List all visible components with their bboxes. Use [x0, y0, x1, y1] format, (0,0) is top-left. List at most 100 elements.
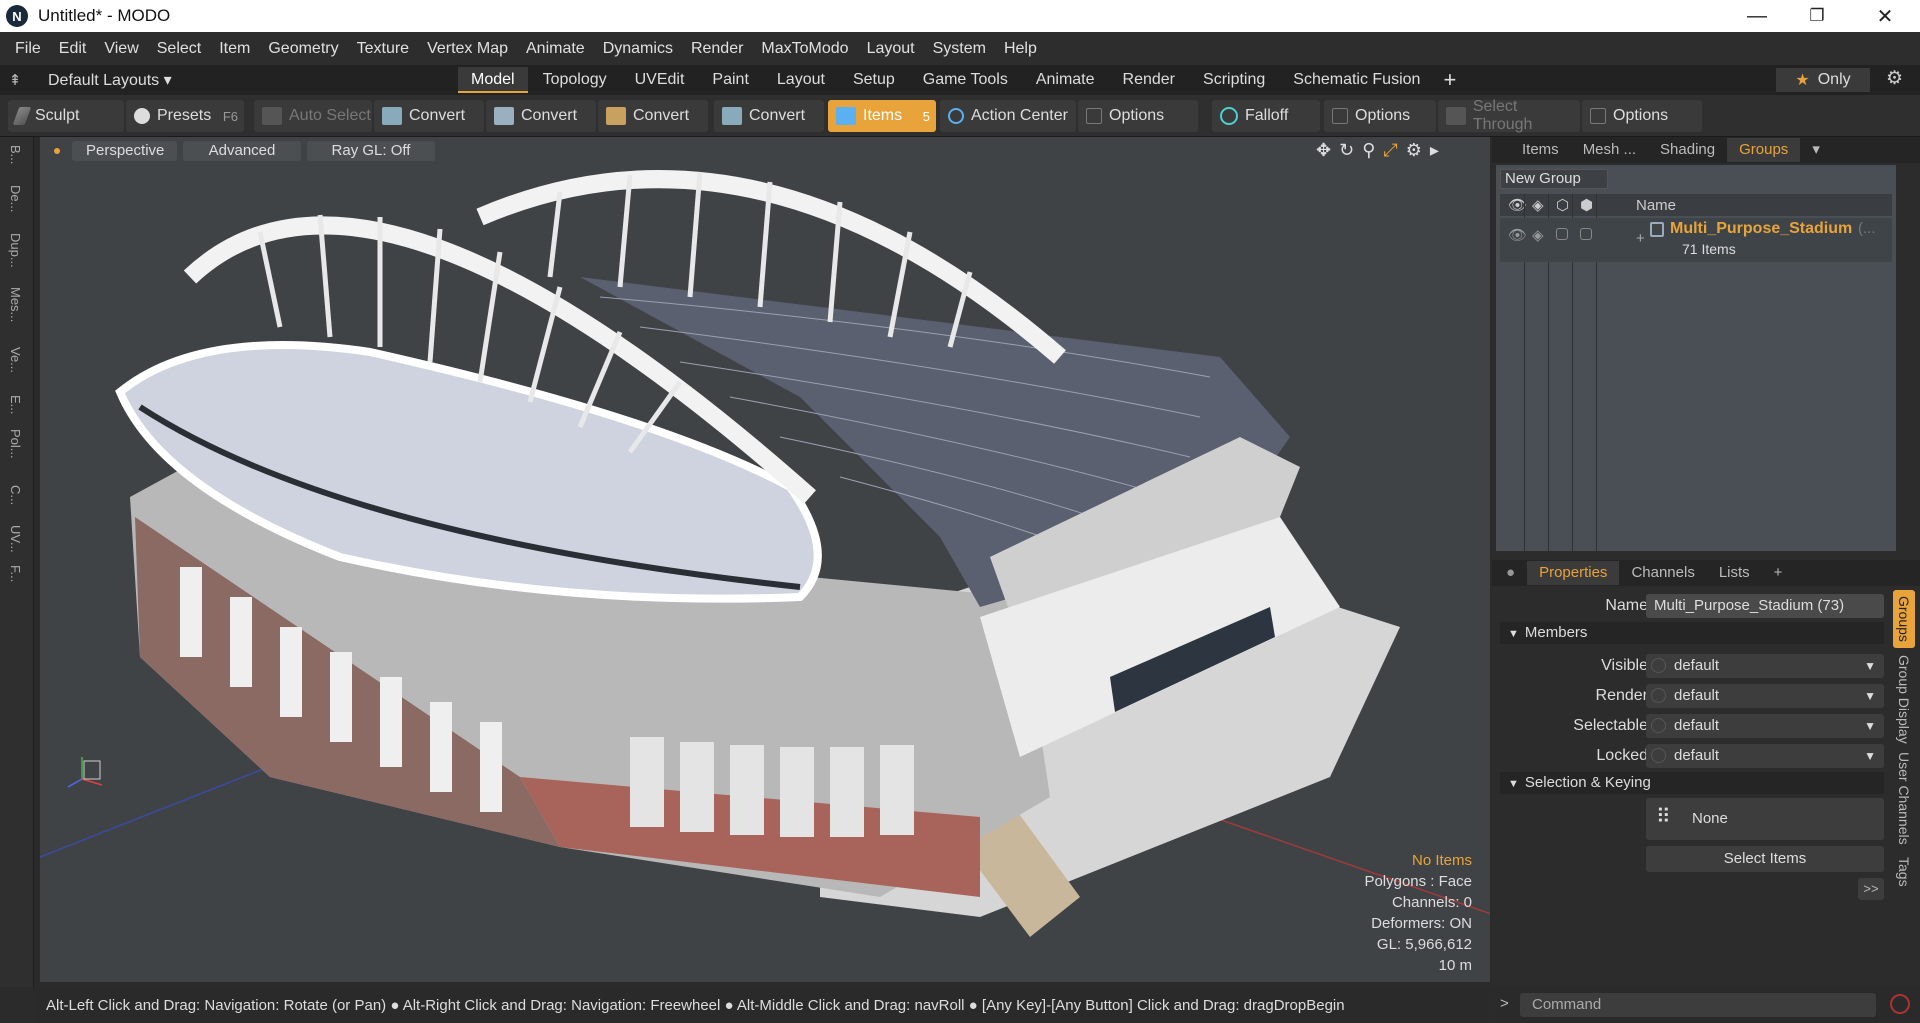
menu-select[interactable]: Select [148, 40, 210, 58]
options-button-1[interactable]: Options [1078, 100, 1198, 132]
new-group-button[interactable]: New Group [1500, 169, 1608, 189]
tab-layout[interactable]: Layout [764, 67, 838, 93]
select-items-button[interactable]: Select Items [1646, 846, 1884, 872]
zoom-icon[interactable]: ⚲ [1362, 140, 1375, 161]
tool-tab-deform[interactable]: De... [8, 185, 23, 212]
tab-animate[interactable]: Animate [1023, 67, 1108, 93]
row-lock-checkbox[interactable] [1556, 228, 1568, 240]
close-button[interactable]: ✕ [1862, 0, 1908, 32]
sculpt-button[interactable]: Sculpt [8, 100, 124, 132]
group-row[interactable]: 👁 ◈ + Multi_Purpose_Stadium (... 71 Item… [1500, 218, 1892, 262]
name-field[interactable]: Multi_Purpose_Stadium (73) [1646, 594, 1884, 618]
viewport-dot-icon[interactable] [54, 148, 60, 154]
menu-layout[interactable]: Layout [858, 40, 924, 58]
expand-plus-icon[interactable]: + [1636, 230, 1645, 247]
convert-button-1[interactable]: Convert [374, 100, 484, 132]
expand-right-icon[interactable]: ▸ [1430, 140, 1439, 161]
menu-item[interactable]: Item [210, 40, 259, 58]
menu-animate[interactable]: Animate [517, 40, 594, 58]
lock-icon[interactable]: ⬡ [1556, 196, 1569, 214]
panel-dot-icon[interactable]: ● [1494, 561, 1527, 585]
side-tab-tags[interactable]: Tags [1893, 852, 1915, 892]
menu-maxtomodo[interactable]: MaxToModo [752, 40, 857, 58]
rotate-icon[interactable]: ↻ [1339, 140, 1354, 161]
select-icon[interactable]: ⬢ [1580, 196, 1593, 214]
tab-render[interactable]: Render [1110, 67, 1188, 93]
tool-tab-curve[interactable]: C... [8, 485, 23, 505]
tab-topology[interactable]: Topology [530, 67, 620, 93]
options-button-3[interactable]: Options [1582, 100, 1702, 132]
panel-menu-icon[interactable]: ▾ [1800, 138, 1832, 162]
options-button-2[interactable]: Options [1324, 100, 1436, 132]
tab-lists[interactable]: Lists [1707, 561, 1762, 585]
side-tab-user-channels[interactable]: User Channels [1893, 750, 1915, 846]
menu-edit[interactable]: Edit [50, 40, 96, 58]
fit-icon[interactable]: ⤢ [1383, 140, 1397, 161]
menu-help[interactable]: Help [995, 40, 1046, 58]
selectable-select[interactable]: default ▼ [1646, 714, 1884, 738]
menu-system[interactable]: System [924, 40, 995, 58]
row-render-icon[interactable]: ◈ [1532, 226, 1544, 244]
locked-select[interactable]: default ▼ [1646, 744, 1884, 768]
members-section[interactable]: ▼ Members [1500, 622, 1884, 644]
tool-tab-vertex[interactable]: Ve... [8, 347, 23, 373]
tool-tab-fusion[interactable]: F... [8, 565, 23, 582]
menu-geometry[interactable]: Geometry [259, 40, 347, 58]
convert-button-2[interactable]: Convert [486, 100, 596, 132]
tab-uvedit[interactable]: UVEdit [622, 67, 698, 93]
render-select[interactable]: default ▼ [1646, 684, 1884, 708]
tab-groups[interactable]: Groups [1727, 138, 1801, 162]
tab-mesh[interactable]: Mesh ... [1571, 138, 1648, 162]
convert-button-3[interactable]: Convert [598, 100, 708, 132]
visible-select[interactable]: default ▼ [1646, 654, 1884, 678]
presets-button[interactable]: Presets F6 [126, 100, 244, 132]
menu-vertex-map[interactable]: Vertex Map [418, 40, 517, 58]
tab-model[interactable]: Model [458, 67, 528, 93]
render-icon[interactable]: ◈ [1532, 196, 1544, 214]
gear-icon[interactable]: ⚙ [1886, 67, 1903, 90]
select-through-button[interactable]: Select Through [1438, 98, 1580, 133]
tab-scripting[interactable]: Scripting [1190, 67, 1278, 93]
tool-tab-basic[interactable]: B... [8, 145, 23, 165]
items-button[interactable]: Items 5 [828, 100, 936, 132]
tool-tab-uv[interactable]: UV... [8, 525, 23, 553]
selection-keying-section[interactable]: ▼ Selection & Keying [1500, 772, 1884, 794]
tab-paint[interactable]: Paint [699, 67, 761, 93]
menu-dynamics[interactable]: Dynamics [594, 40, 682, 58]
tab-game-tools[interactable]: Game Tools [910, 67, 1021, 93]
auto-select-button[interactable]: Auto Select [254, 100, 372, 132]
minimize-button[interactable]: — [1734, 0, 1780, 32]
menu-render[interactable]: Render [682, 40, 752, 58]
none-button[interactable]: ⠿ None [1646, 798, 1884, 840]
raygl-button[interactable]: Ray GL: Off [307, 141, 435, 161]
tab-setup[interactable]: Setup [840, 67, 908, 93]
convert-button-4[interactable]: Convert [714, 100, 824, 132]
add-tab-icon[interactable]: + [1443, 67, 1456, 93]
menu-texture[interactable]: Texture [348, 40, 418, 58]
more-button[interactable]: >> [1858, 878, 1884, 900]
tab-channels[interactable]: Channels [1619, 561, 1706, 585]
name-column-header[interactable]: Name [1636, 197, 1676, 214]
action-center-button[interactable]: Action Center [940, 100, 1076, 132]
layouts-dropdown[interactable]: Default Layouts ▾ [30, 70, 330, 90]
tab-shading[interactable]: Shading [1648, 138, 1727, 162]
add-panel-tab-icon[interactable]: + [1762, 561, 1795, 585]
tool-tab-edge[interactable]: E... [8, 395, 23, 415]
side-tab-group-display[interactable]: Group Display [1893, 654, 1915, 744]
viewport-gear-icon[interactable]: ⚙ [1406, 140, 1422, 161]
row-select-checkbox[interactable] [1580, 228, 1592, 240]
menu-file[interactable]: File [6, 40, 50, 58]
menu-view[interactable]: View [95, 40, 147, 58]
command-input[interactable]: Command [1520, 993, 1876, 1017]
falloff-button[interactable]: Falloff [1212, 100, 1320, 132]
only-toggle[interactable]: ★ Only [1776, 68, 1870, 92]
row-eye-icon[interactable]: 👁 [1508, 226, 1527, 244]
tool-tab-mesh[interactable]: Mes... [8, 287, 23, 322]
tool-tab-duplicate[interactable]: Dup... [8, 233, 23, 268]
advanced-button[interactable]: Advanced [183, 141, 301, 161]
3d-viewport[interactable] [40, 137, 1490, 982]
tab-schematic-fusion[interactable]: Schematic Fusion [1280, 67, 1433, 93]
maximize-button[interactable]: ❐ [1794, 0, 1840, 32]
perspective-button[interactable]: Perspective [72, 141, 177, 161]
tab-properties[interactable]: Properties [1527, 561, 1620, 585]
